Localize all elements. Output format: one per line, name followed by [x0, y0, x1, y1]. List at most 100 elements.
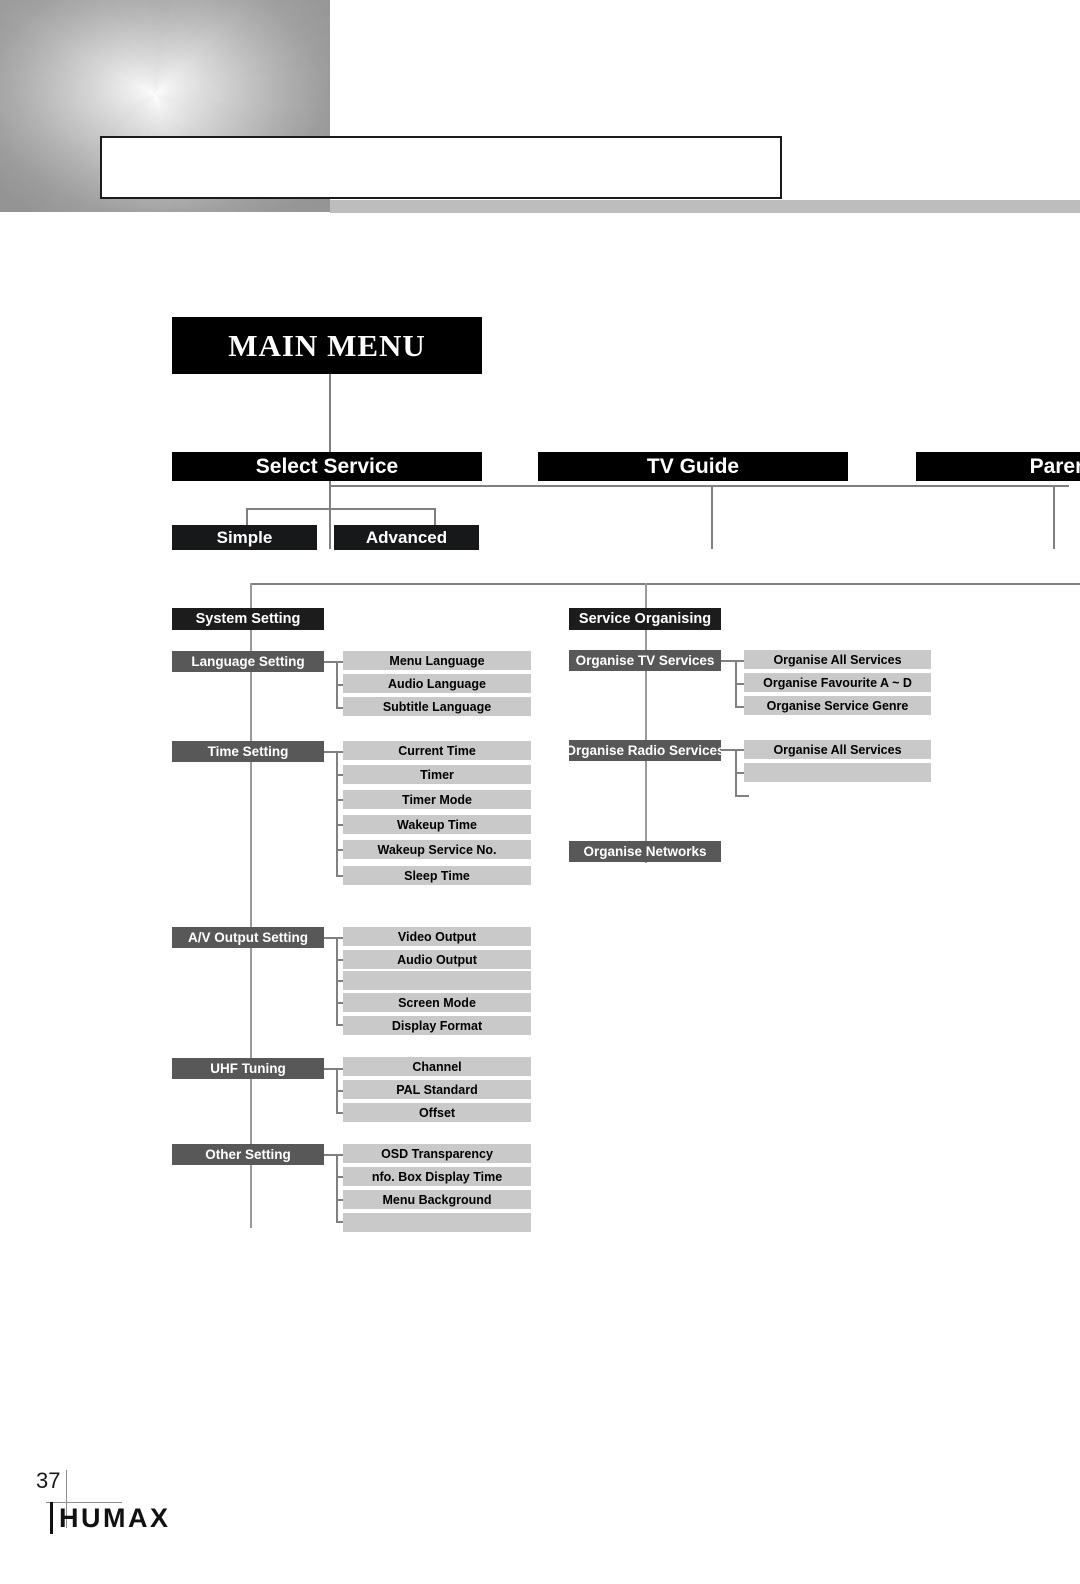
node-label: Audio Language	[388, 676, 486, 691]
node-other-setting[interactable]: Other Setting	[172, 1144, 324, 1165]
leaf-current-time[interactable]: Current Time	[343, 741, 531, 760]
connector-other-setting-spine	[336, 1154, 338, 1222]
page-number: 37	[36, 1468, 61, 1493]
node-label: Advanced	[365, 527, 448, 547]
node-label: Organise Service Genre	[766, 698, 909, 713]
node-tv-guide[interactable]: TV Guide	[538, 452, 848, 481]
node-label: Display Format	[391, 1018, 483, 1033]
leaf-organise-service-genre[interactable]: Organise Service Genre	[744, 696, 931, 715]
node-label: Channel	[412, 1059, 462, 1074]
leaf-menu-background[interactable]: Menu Background	[343, 1190, 531, 1209]
leaf-av-unlabeled[interactable]	[343, 971, 531, 990]
leaf-video-output[interactable]: Video Output	[343, 927, 531, 946]
node-label: Parental	[1029, 454, 1080, 478]
connector-drop-simple	[246, 508, 248, 525]
node-label: Current Time	[398, 743, 476, 758]
leaf-timer[interactable]: Timer	[343, 765, 531, 784]
connector-drop-parental	[1053, 485, 1055, 549]
humax-logo-bar	[50, 1502, 53, 1534]
node-label: Time Setting	[207, 744, 289, 759]
connector-organise-radio-out	[721, 749, 745, 751]
node-parental[interactable]: Parental	[916, 452, 1080, 481]
node-simple[interactable]: Simple	[172, 525, 317, 550]
node-label: TV Guide	[646, 454, 740, 478]
node-organise-tv-services[interactable]: Organise TV Services	[569, 650, 721, 671]
leaf-timer-mode[interactable]: Timer Mode	[343, 790, 531, 809]
menu-map-diagram: MAIN MENU Select Service TV Guide Parent…	[0, 0, 1080, 1584]
node-label: Wakeup Time	[397, 817, 477, 832]
leaf-audio-language[interactable]: Audio Language	[343, 674, 531, 693]
node-label: Organise Networks	[583, 844, 707, 859]
node-label: Organise Favourite A ~ D	[763, 675, 912, 690]
leaf-osd-transparency[interactable]: OSD Transparency	[343, 1144, 531, 1163]
connector-section-bus	[250, 583, 1080, 585]
node-label: UHF Tuning	[210, 1061, 286, 1076]
leaf-sleep-time[interactable]: Sleep Time	[343, 866, 531, 885]
node-label: Organise TV Services	[575, 653, 715, 668]
node-label: System Setting	[195, 611, 301, 627]
node-service-organising[interactable]: Service Organising	[569, 608, 721, 630]
node-time-setting[interactable]: Time Setting	[172, 741, 324, 762]
leaf-info-box-display-time[interactable]: nfo. Box Display Time	[343, 1167, 531, 1186]
node-label: Audio Output	[397, 952, 477, 967]
page-footer: 37 HUMAX	[0, 1468, 1080, 1584]
connector-organise-tv-out	[721, 660, 745, 662]
node-label: A/V Output Setting	[188, 930, 308, 945]
node-label: Subtitle Language	[382, 699, 492, 714]
node-label: Select Service	[255, 454, 399, 478]
leaf-menu-language[interactable]: Menu Language	[343, 651, 531, 670]
connector-drop-advanced	[434, 508, 436, 525]
humax-logo: HUMAX	[50, 1502, 171, 1534]
node-label: Timer Mode	[402, 792, 472, 807]
node-label: Language Setting	[191, 654, 305, 669]
leaf-pal-standard[interactable]: PAL Standard	[343, 1080, 531, 1099]
node-system-setting[interactable]: System Setting	[172, 608, 324, 630]
node-label: Offset	[418, 1105, 456, 1120]
node-language-setting[interactable]: Language Setting	[172, 651, 324, 672]
node-label: Service Organising	[578, 611, 712, 627]
node-main-menu[interactable]: MAIN MENU	[172, 317, 482, 374]
node-av-output-setting[interactable]: A/V Output Setting	[172, 927, 324, 948]
node-label: OSD Transparency	[381, 1146, 493, 1161]
node-label: Sleep Time	[404, 868, 470, 883]
leaf-display-format[interactable]: Display Format	[343, 1016, 531, 1035]
node-label: Organise All Services	[773, 652, 902, 667]
leaf-subtitle-language[interactable]: Subtitle Language	[343, 697, 531, 716]
node-label: Organise Radio Services	[569, 743, 721, 758]
leaf-radio-unlabeled[interactable]	[744, 763, 931, 782]
node-label: Simple	[216, 527, 273, 547]
node-label: Screen Mode	[398, 995, 476, 1010]
node-organise-networks[interactable]: Organise Networks	[569, 841, 721, 862]
leaf-other-unlabeled[interactable]	[343, 1213, 531, 1232]
leaf-organise-all-services-tv[interactable]: Organise All Services	[744, 650, 931, 669]
node-label: nfo. Box Display Time	[371, 1169, 503, 1184]
node-label: Video Output	[397, 929, 477, 944]
node-label: Wakeup Service No.	[377, 842, 497, 857]
leaf-organise-all-services-radio[interactable]: Organise All Services	[744, 740, 931, 759]
node-label: Menu Language	[389, 653, 485, 668]
node-select-service[interactable]: Select Service	[172, 452, 482, 481]
leaf-screen-mode[interactable]: Screen Mode	[343, 993, 531, 1012]
leaf-audio-output[interactable]: Audio Output	[343, 950, 531, 969]
node-label: Timer	[420, 767, 454, 782]
connector-tick-orphan	[735, 795, 749, 797]
node-label: PAL Standard	[396, 1082, 478, 1097]
connector-drop-tv-guide	[711, 485, 713, 549]
leaf-organise-favourite-a-d[interactable]: Organise Favourite A ~ D	[744, 673, 931, 692]
node-label: Menu Background	[382, 1192, 492, 1207]
leaf-offset[interactable]: Offset	[343, 1103, 531, 1122]
leaf-channel[interactable]: Channel	[343, 1057, 531, 1076]
node-uhf-tuning[interactable]: UHF Tuning	[172, 1058, 324, 1079]
connector-system-setting-spine	[250, 583, 252, 1228]
connector-select-service-stem	[329, 481, 331, 509]
leaf-wakeup-service-no[interactable]: Wakeup Service No.	[343, 840, 531, 859]
node-label: Organise All Services	[773, 742, 902, 757]
connector-level1-bus	[329, 485, 1069, 487]
connector-select-service-bus	[246, 508, 435, 510]
node-organise-radio-services[interactable]: Organise Radio Services	[569, 740, 721, 761]
leaf-wakeup-time[interactable]: Wakeup Time	[343, 815, 531, 834]
node-label: MAIN MENU	[228, 327, 426, 363]
node-advanced[interactable]: Advanced	[334, 525, 479, 550]
connector-time-setting-spine	[336, 751, 338, 876]
node-label: Other Setting	[205, 1147, 291, 1162]
